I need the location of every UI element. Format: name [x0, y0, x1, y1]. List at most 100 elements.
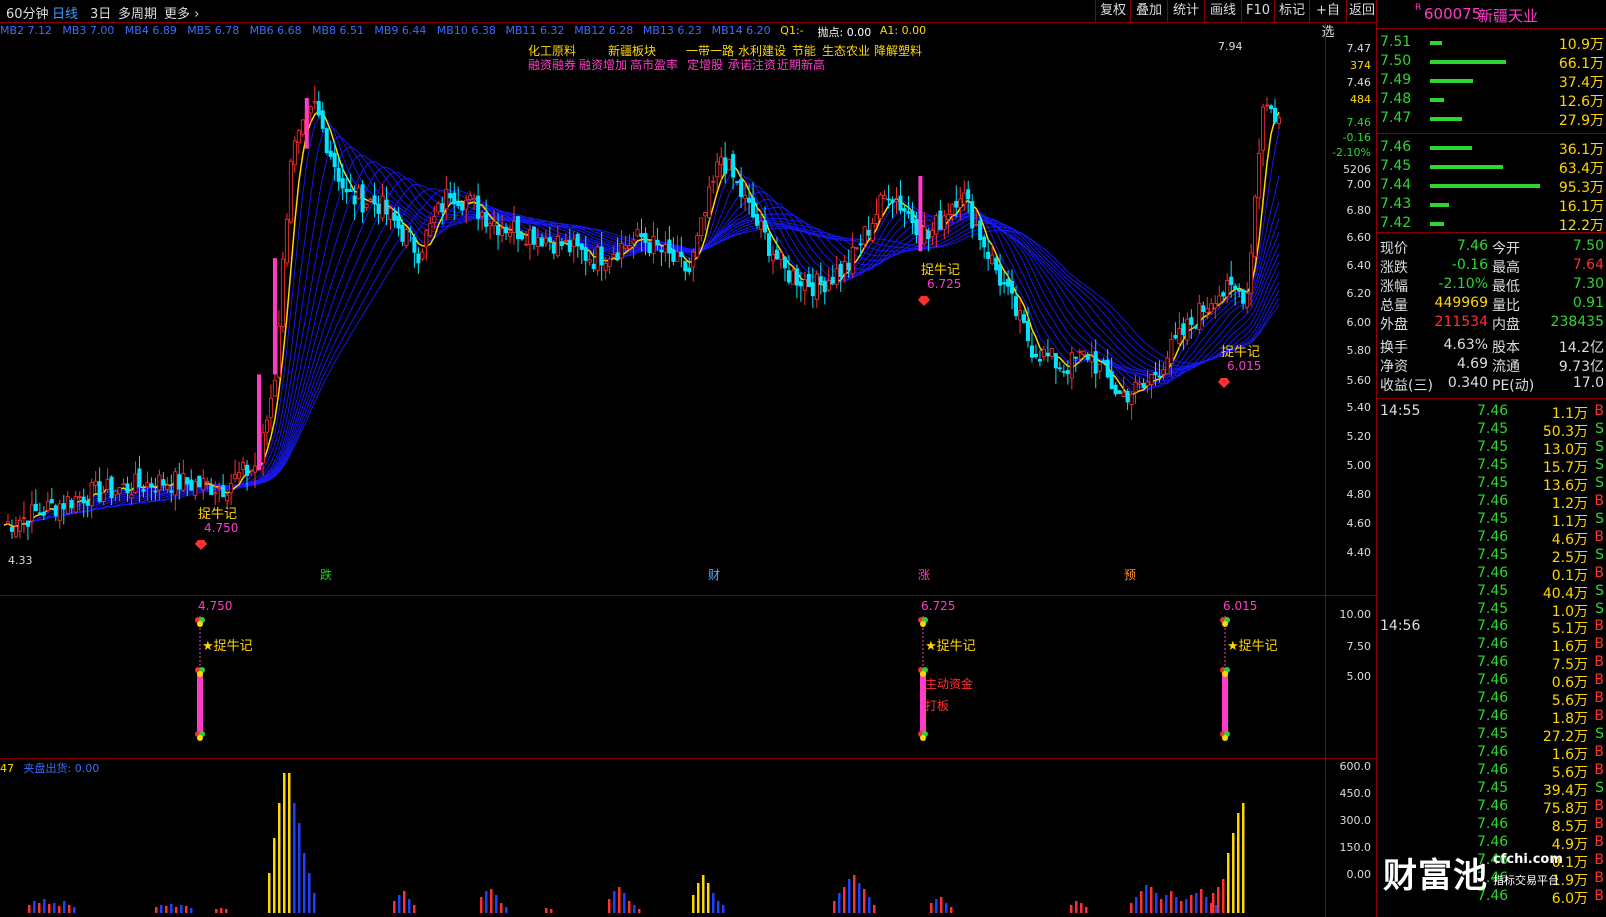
volume-bar	[1170, 891, 1173, 913]
orderbook-row[interactable]: 7.45 63.4万	[1380, 158, 1604, 177]
candle-body	[711, 180, 716, 183]
ma-legend-item: MB13 6.23	[642, 24, 702, 37]
candle-body	[687, 267, 692, 273]
draw-line-button[interactable]: 画线	[1204, 0, 1241, 22]
candle-body	[296, 130, 301, 144]
volume-bar	[495, 895, 498, 913]
orderbook-row[interactable]: 7.50 66.1万	[1380, 53, 1604, 72]
tick-volume: 1.6万	[1551, 747, 1588, 763]
tick-volume: 27.2万	[1542, 729, 1588, 745]
candle-body	[834, 268, 839, 285]
candle-body	[547, 237, 552, 242]
add-watchlist-button[interactable]: +自选	[1309, 0, 1346, 40]
tick-side: B	[1594, 852, 1604, 868]
ma-legend-item: MB5 6.78	[187, 24, 240, 37]
orderbook-row[interactable]: 7.46 36.1万	[1380, 139, 1604, 158]
candle-body	[890, 199, 895, 204]
orderbook-price: 7.49	[1380, 72, 1412, 88]
ma-legend-item: MB14 6.20	[711, 24, 771, 37]
candle-body	[480, 212, 485, 217]
indicator-axis-label: 5.00	[1346, 670, 1372, 683]
candle-body	[1261, 106, 1266, 151]
ma-legend-item: MB3 7.00	[62, 24, 115, 37]
candle-body	[456, 201, 461, 207]
candle-body	[1161, 369, 1166, 375]
event-marker[interactable]: 跌	[320, 567, 332, 582]
event-marker[interactable]: 预	[1124, 568, 1136, 582]
volume-panel[interactable]	[0, 760, 1325, 917]
candle-body	[29, 504, 34, 522]
candle-body	[125, 483, 130, 494]
candle-body	[1014, 296, 1019, 317]
mark-button[interactable]: 标记	[1274, 0, 1309, 22]
candle-body	[61, 503, 66, 510]
period-60min-tab[interactable]: 60分钟	[6, 3, 49, 22]
candle-body	[1125, 390, 1130, 403]
tick-price: 7.46	[1477, 708, 1509, 724]
candle-body	[838, 263, 843, 278]
volume-axis-label: 450.0	[1339, 787, 1372, 800]
orderbook-row[interactable]: 7.49 37.4万	[1380, 72, 1604, 91]
period-day-tab[interactable]: 日线	[52, 3, 78, 22]
candle-body	[73, 495, 78, 513]
volume-bar	[1155, 893, 1158, 913]
candle-body	[340, 178, 345, 189]
candle-body	[217, 487, 222, 489]
quote-label: 总量	[1380, 298, 1408, 314]
quote-label-2: PE(动)	[1492, 378, 1535, 394]
adjust-button[interactable]: 复权	[1095, 0, 1130, 22]
orderbook-row[interactable]: 7.47 27.9万	[1380, 110, 1604, 129]
candle-body	[424, 230, 429, 248]
signal-value: 6.015	[1227, 359, 1261, 373]
orderbook-price: 7.42	[1380, 215, 1412, 231]
candle-body	[1025, 320, 1030, 342]
candle-body	[1121, 391, 1126, 397]
quote-label-2: 今开	[1492, 241, 1520, 257]
candle-body	[452, 192, 457, 205]
candle-body	[910, 210, 915, 223]
orderbook-volume: 95.3万	[1558, 180, 1604, 196]
more-menu[interactable]: 更多 ›	[164, 3, 199, 22]
candle-body	[197, 475, 202, 488]
orderbook-row[interactable]: 7.44 95.3万	[1380, 177, 1604, 196]
orderbook-row[interactable]: 7.51 10.9万	[1380, 34, 1604, 53]
candle-body	[914, 219, 919, 236]
volume-bar	[1195, 893, 1198, 913]
limit-up-candle	[304, 98, 309, 149]
price-axis-label: 6.60	[1346, 231, 1372, 244]
event-marker[interactable]: 财	[708, 568, 720, 582]
candle-body	[878, 194, 883, 219]
candle-body	[392, 212, 397, 221]
diamond-icon	[918, 296, 930, 306]
candle-body	[77, 496, 82, 499]
candle-body	[830, 277, 835, 284]
candlestick-chart[interactable]: 7.944.33捉牛记4.750捉牛记6.725捉牛记6.015跌财涨预	[0, 38, 1325, 595]
watermark-subtitle: 指标交易平台	[1493, 874, 1559, 887]
candle-body	[675, 251, 680, 262]
volume-bar	[843, 887, 846, 913]
indicator-panel[interactable]: 4.750 ★捉牛记 6.725 ★捉牛记主动资金打板 6.015 ★捉牛记	[0, 596, 1325, 758]
candle-body	[213, 492, 218, 495]
candle-body	[814, 273, 819, 300]
orderbook-row[interactable]: 7.48 12.6万	[1380, 91, 1604, 110]
tick-side: S	[1595, 421, 1604, 437]
tick-side: S	[1595, 511, 1604, 527]
back-button[interactable]: 返回	[1346, 0, 1377, 22]
multi-period-tab[interactable]: 多周期	[118, 3, 157, 22]
statistics-button[interactable]: 统计	[1167, 0, 1204, 22]
orderbook-volume: 37.4万	[1558, 75, 1604, 91]
price-axis-label: 4.80	[1346, 488, 1372, 501]
f10-button[interactable]: F10	[1241, 0, 1274, 22]
event-marker[interactable]: 涨	[918, 567, 930, 582]
candle-body	[751, 197, 756, 218]
candle-body	[372, 195, 377, 205]
candle-body	[1197, 302, 1202, 330]
rzrq-badge: R	[1415, 3, 1422, 13]
overlay-button[interactable]: 叠加	[1130, 0, 1167, 22]
volume-bar	[868, 897, 871, 913]
period-3day-tab[interactable]: 3日	[90, 3, 111, 22]
volume-bar	[215, 909, 218, 913]
orderbook-row[interactable]: 7.43 16.1万	[1380, 196, 1604, 215]
candle-body	[922, 226, 927, 245]
volume-bar	[190, 908, 193, 913]
